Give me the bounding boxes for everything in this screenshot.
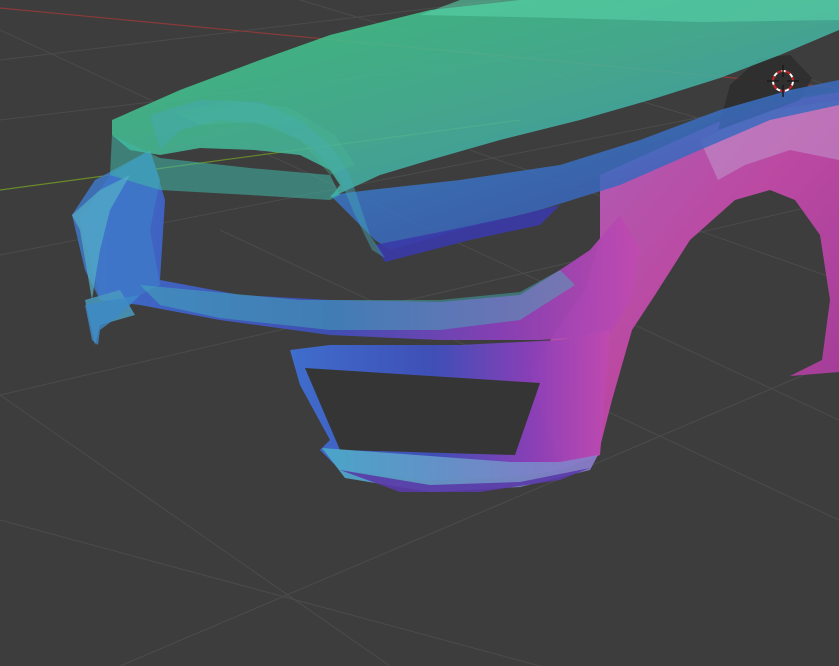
- viewport-canvas[interactable]: [0, 0, 839, 666]
- 3d-viewport[interactable]: [0, 0, 839, 666]
